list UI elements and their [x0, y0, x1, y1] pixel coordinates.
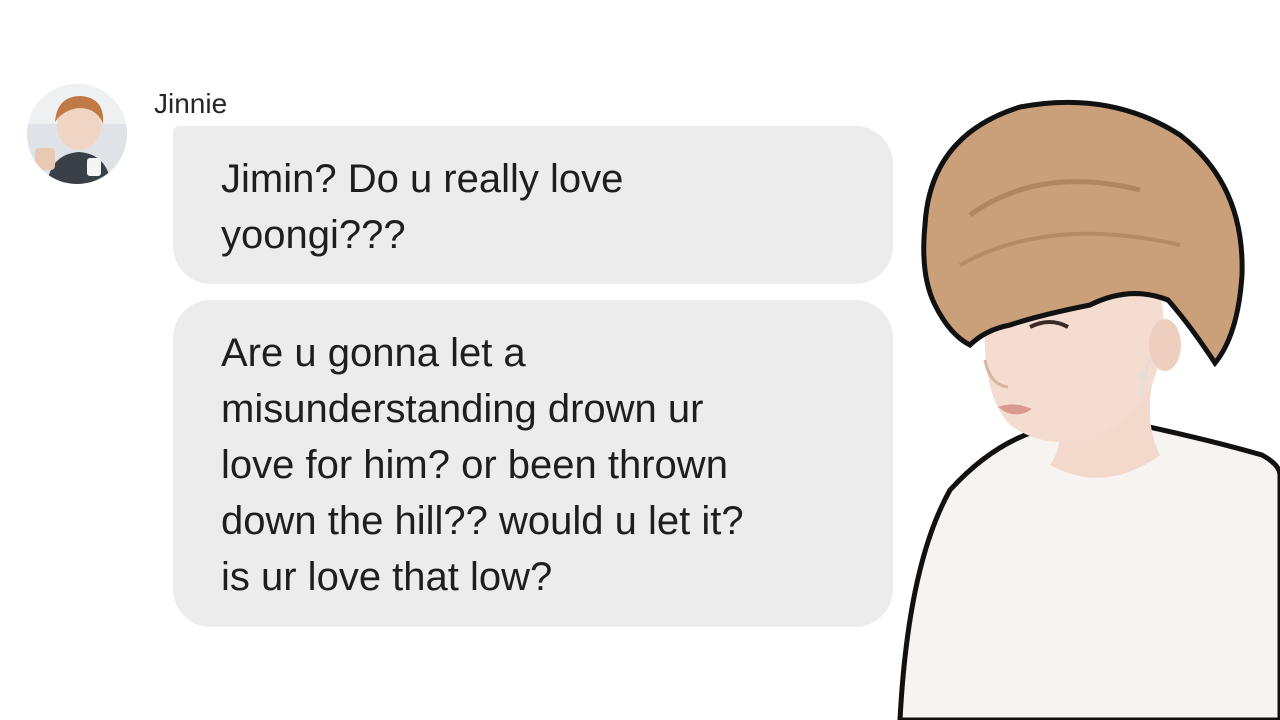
avatar-photo-icon [27, 84, 127, 184]
message-bubble: Jimin? Do u really love yoongi??? [173, 126, 893, 284]
person-sticker [890, 95, 1280, 720]
person-sticker-image [897, 99, 1280, 720]
sender-name: Jinnie [154, 88, 228, 119]
sender-avatar[interactable] [27, 84, 127, 184]
message-bubble: Are u gonna let a misunderstanding drown… [173, 300, 893, 627]
chat-screen: Jinnie Jimin? Do u really love yoongi???… [0, 0, 1280, 720]
